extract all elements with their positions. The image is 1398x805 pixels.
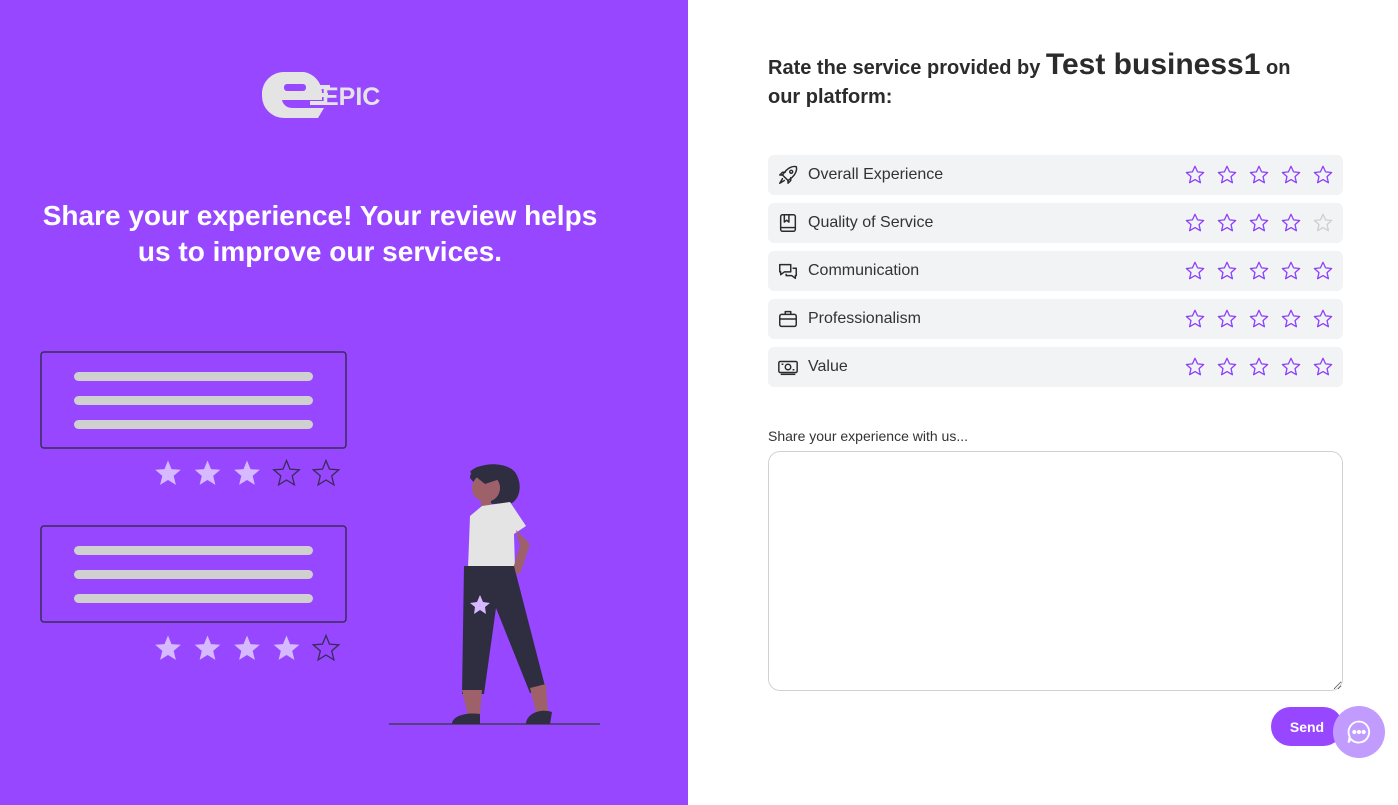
star-2-icon[interactable] [1216,356,1238,378]
briefcase-icon [777,308,799,330]
woman-figure [452,464,552,724]
rating-label: Value [808,358,848,375]
star-3-icon[interactable] [1248,356,1270,378]
star-4-icon[interactable] [1280,212,1302,234]
left-panel: EPIC Share your experience! Your review … [0,0,688,805]
star-2-icon[interactable] [1216,212,1238,234]
star-rating-professionalism [1184,308,1334,330]
review-card-1 [40,351,347,449]
rating-row-value: Value [768,347,1343,387]
star-5-icon[interactable] [1312,164,1334,186]
rating-label: Quality of Service [808,214,934,231]
star-4-icon[interactable] [1280,260,1302,282]
money-icon [777,356,799,378]
star-rating-overall-experience [1184,164,1334,186]
chat-bubbles-icon [777,260,799,282]
star-5-icon[interactable] [1312,212,1334,234]
illustration-star [273,635,300,660]
star-rating-communication [1184,260,1334,282]
illustration-star [311,458,341,487]
review-form-panel: Rate the service provided by Test busine… [688,0,1398,805]
star-1-icon[interactable] [1184,164,1206,186]
illustration-star [272,458,301,487]
star-3-icon[interactable] [1248,308,1270,330]
chat-icon [1345,718,1373,746]
star-3-icon[interactable] [1248,212,1270,234]
illustration-star [155,460,181,485]
rating-label: Communication [808,262,920,279]
logo-text: EPIC [322,83,380,111]
star-2-icon[interactable] [1216,260,1238,282]
book-icon [777,212,799,234]
rating-row-quality-of-service: Quality of Service [768,203,1343,243]
star-3-icon[interactable] [1248,164,1270,186]
star-1-icon[interactable] [1184,260,1206,282]
star-1-icon[interactable] [1184,308,1206,330]
form-heading: Rate the service provided by Test busine… [768,50,1328,112]
experience-textarea[interactable] [768,451,1343,691]
illustration-star [194,635,221,660]
star-3-icon[interactable] [1248,260,1270,282]
star-5-icon[interactable] [1312,260,1334,282]
rating-list: Overall Experience Quality of Service Co… [768,155,1343,395]
rating-row-professionalism: Professionalism [768,299,1343,339]
review-card-1-stars [155,458,341,487]
rocket-icon [777,164,799,186]
star-4-icon[interactable] [1280,308,1302,330]
star-rating-quality-of-service [1184,212,1334,234]
chat-widget-button[interactable] [1333,706,1385,758]
business-name: Test business1 [1045,48,1261,81]
rating-row-overall-experience: Overall Experience [768,155,1343,195]
send-button[interactable]: Send [1271,707,1343,746]
illustration-star [234,635,260,660]
star-1-icon[interactable] [1184,212,1206,234]
star-1-icon[interactable] [1184,356,1206,378]
illustration-star [311,633,341,662]
tagline: Share your experience! Your review helps… [42,200,598,267]
illustration-star [194,460,221,485]
illustration-star [155,635,181,660]
rating-row-communication: Communication [768,251,1343,291]
heading-prefix: Rate the service provided by [768,57,1041,79]
epic-logo: EPIC [261,70,382,122]
experience-label: Share your experience with us... [768,428,968,444]
star-rating-value [1184,356,1334,378]
review-card-2-stars [155,633,341,662]
illustration-star [234,460,260,485]
review-illustration [40,351,600,725]
star-5-icon[interactable] [1312,308,1334,330]
star-4-icon[interactable] [1280,356,1302,378]
star-2-icon[interactable] [1216,308,1238,330]
star-2-icon[interactable] [1216,164,1238,186]
review-card-2 [40,525,347,623]
star-4-icon[interactable] [1280,164,1302,186]
rating-label: Professionalism [808,310,921,327]
star-5-icon[interactable] [1312,356,1334,378]
rating-label: Overall Experience [808,166,944,183]
